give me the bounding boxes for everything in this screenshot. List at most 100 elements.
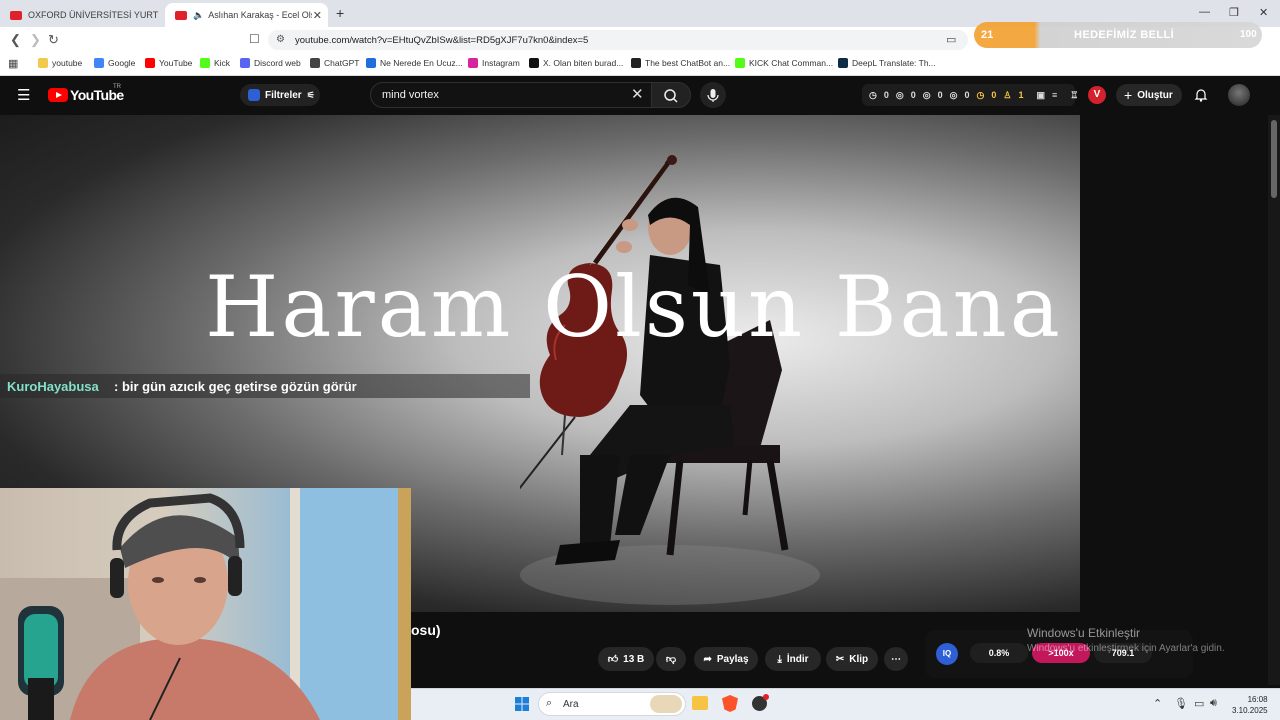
extension-stats[interactable]: ◷ 0 ◎ 0 ◎ 0 ◎ 0 ◷ 0 ♙ 1 ▣ ≡ ♖ — [862, 84, 1079, 106]
share-icon: ➦ — [703, 653, 712, 665]
create-button[interactable]: + Oluştur — [1116, 84, 1182, 106]
thumbs-up-icon: 👍︎ — [607, 654, 619, 665]
tab-oxford[interactable]: OXFORD ÜNİVERSİTESİ YURT ODASI — [0, 3, 160, 27]
tab-current-video[interactable]: 🔈 Aslıhan Karakaş - Ecel Olsun Bana ✕ — [165, 3, 328, 27]
youtube-favicon — [10, 10, 22, 20]
chat-message: : bir gün azıcık geç getirse gözün görür — [114, 379, 357, 394]
site-info-icon[interactable]: ⚙ — [276, 34, 285, 45]
avatar[interactable] — [1228, 84, 1250, 106]
bookmark-item[interactable]: Instagram — [468, 58, 520, 68]
clear-search-icon[interactable]: ✕ — [631, 85, 644, 103]
clock-icon: ◷ — [869, 89, 877, 100]
back-icon[interactable]: ❮ — [10, 32, 21, 48]
dislike-button[interactable]: 👎︎ — [656, 647, 686, 671]
scrollbar-thumb[interactable] — [1271, 120, 1277, 198]
notifications-icon[interactable] — [1193, 87, 1209, 108]
stat-value: 0 — [937, 90, 943, 100]
taskbar-clock[interactable]: 16:08 3.10.2025 — [1232, 694, 1268, 716]
search-button[interactable] — [651, 82, 691, 108]
url-text[interactable]: youtube.com/watch?v=EHtuQvZbISw&list=RD5… — [295, 35, 588, 46]
bookmark-item[interactable]: X. Olan biten burad... — [529, 58, 623, 68]
share-button[interactable]: ➦ Paylaş — [694, 647, 758, 671]
activation-watermark-title: Windows'u Etkinleştir — [1027, 626, 1140, 640]
network-icon[interactable]: ▭ — [1194, 697, 1204, 710]
bookmark-icon[interactable]: ☐ — [249, 32, 260, 46]
bookmark-item[interactable]: youtube — [38, 58, 82, 68]
stat-value: 1 — [1018, 90, 1024, 100]
tray-mic-icon[interactable]: 🎙︎ — [1174, 697, 1188, 710]
mic-icon — [707, 89, 719, 102]
reload-icon[interactable]: ↻ — [48, 32, 59, 48]
bookmark-favicon-icon — [631, 58, 641, 68]
like-button[interactable]: 👍︎ 13 B — [598, 647, 654, 671]
restore-icon[interactable]: ❐ — [1229, 6, 1239, 19]
bookmark-favicon-icon — [94, 58, 104, 68]
stat-value: 0 — [991, 90, 997, 100]
bookmark-label: YouTube — [159, 58, 193, 68]
goal-target: 100 — [1240, 29, 1257, 40]
minimize-icon[interactable]: — — [1199, 6, 1210, 18]
bookmark-item[interactable]: KICK Chat Comman... — [735, 58, 833, 68]
apps-grid-icon[interactable]: ▦ — [8, 57, 18, 70]
bookmark-item[interactable]: Ne Nerede En Ucuz... — [366, 58, 463, 68]
bookmark-favicon-icon — [145, 58, 155, 68]
bookmark-favicon-icon — [529, 58, 539, 68]
notification-dot — [763, 694, 769, 700]
page-scrollbar[interactable] — [1268, 115, 1280, 685]
bookmark-favicon-icon — [310, 58, 320, 68]
timer-icon: ◷ — [976, 89, 985, 100]
goal-current: 21 — [981, 29, 994, 41]
search-icon: ⌕ — [546, 697, 553, 709]
share-label: Paylaş — [716, 653, 749, 665]
bookmark-item[interactable]: YouTube — [145, 58, 192, 68]
search-highlight-icon — [650, 695, 682, 713]
bookmark-label: youtube — [52, 58, 83, 68]
close-window-icon[interactable]: ✕ — [1259, 6, 1268, 19]
video-frame-scene — [520, 155, 820, 605]
filter-badge-icon — [248, 89, 260, 101]
windows-start-icon[interactable] — [515, 697, 529, 711]
voice-search-button[interactable] — [700, 82, 726, 108]
file-explorer-icon[interactable] — [692, 696, 708, 710]
bookmark-favicon-icon — [735, 58, 745, 68]
vpn-badge[interactable]: V — [1088, 86, 1106, 104]
chat-username: KuroHayabusa — [7, 379, 99, 394]
scissors-icon: ✂ — [835, 653, 845, 665]
extension-badge[interactable]: IQ — [936, 643, 958, 665]
taskbar-search-placeholder[interactable]: Ara — [563, 699, 579, 710]
bookmark-item[interactable]: ChatGPT — [310, 58, 359, 68]
menu-icon[interactable]: ☰ — [17, 86, 30, 104]
video-title-overlay: Haram Olsun Bana — [205, 258, 1063, 356]
region-code: TR — [113, 84, 121, 90]
clock-time: 16:08 — [1247, 695, 1268, 704]
bookmark-label: Google — [108, 58, 136, 68]
volume-icon[interactable]: 🔊︎ — [1210, 697, 1217, 710]
eye-icon: ◎ — [895, 89, 904, 100]
sliders-icon: ⚟ — [306, 89, 315, 100]
tray-chevron-icon[interactable]: ⌃ — [1153, 697, 1162, 710]
extension-icon: ▣ — [1036, 89, 1045, 100]
download-button[interactable]: ⤓ İndir — [765, 647, 821, 671]
trophy-icon: ♖ — [1070, 89, 1079, 100]
bookmark-item[interactable]: The best ChatBot an... — [631, 58, 730, 68]
youtube-logo-icon[interactable] — [48, 88, 68, 102]
filters-button[interactable]: Filtreler ⚟ — [240, 84, 320, 106]
bookmark-item[interactable]: Discord web — [240, 58, 301, 68]
bookmark-item[interactable]: DeepL Translate: Th... — [838, 58, 936, 68]
tab-label: Aslıhan Karakaş - Ecel Olsun Bana — [208, 10, 312, 20]
list-icon: ≡ — [1051, 90, 1058, 100]
new-tab-button[interactable]: + — [336, 5, 344, 21]
search-value[interactable]: mind vortex — [382, 89, 439, 101]
bookmark-item[interactable]: Google — [94, 58, 135, 68]
forward-icon[interactable]: ❯ — [30, 32, 41, 48]
bookmark-favicon-icon — [240, 58, 250, 68]
goal-label: HEDEFİMİZ BELLİ — [1074, 29, 1175, 41]
search-icon — [664, 89, 678, 103]
clip-button[interactable]: ✂ Klip — [826, 647, 878, 671]
close-tab-icon[interactable]: ✕ — [313, 9, 322, 22]
bookmark-label: Kick — [214, 58, 231, 68]
cast-icon[interactable]: ▭ — [946, 33, 956, 46]
more-actions-button[interactable]: ⋯ — [884, 647, 908, 671]
youtube-favicon — [175, 10, 187, 20]
bookmark-item[interactable]: Kick — [200, 58, 230, 68]
